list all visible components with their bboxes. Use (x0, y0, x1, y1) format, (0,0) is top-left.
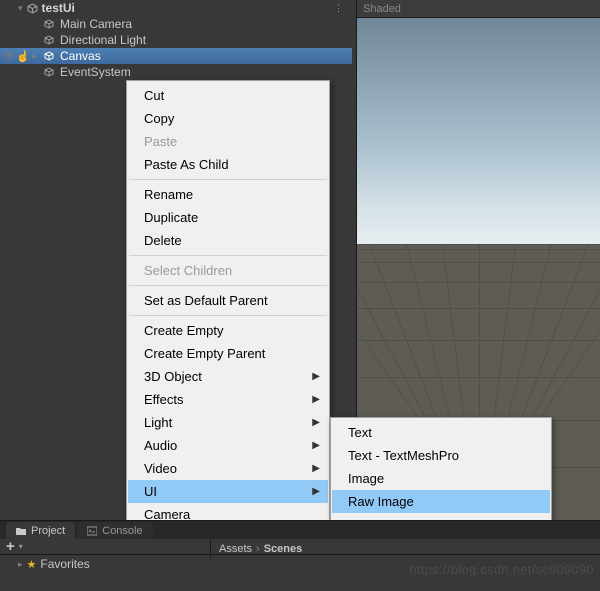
hierarchy-item-label: Canvas (60, 49, 101, 63)
create-asset-button[interactable]: + (6, 538, 15, 555)
bottom-tab-bar: Project Console (0, 521, 600, 539)
menu-item-label: Video (144, 461, 177, 476)
breadcrumb-folder[interactable]: Scenes (264, 543, 303, 555)
create-asset-dropdown-arrow[interactable]: ▾ (19, 542, 23, 551)
scene-name: testUi (42, 1, 75, 15)
gameobject-icon (44, 67, 54, 77)
menu-separator (129, 179, 327, 180)
menu-item[interactable]: Image (332, 467, 550, 490)
menu-item-label: Raw Image (348, 494, 414, 509)
menu-item[interactable]: Audio ▶ (128, 434, 328, 457)
visibility-toggle-icon[interactable]: 👁 (2, 50, 16, 63)
submenu-arrow-icon: ▶ (312, 486, 320, 497)
menu-item[interactable]: Copy (128, 107, 328, 130)
breadcrumb-root[interactable]: Assets (219, 543, 252, 555)
star-icon: ★ (27, 558, 37, 571)
tab-console-label: Console (102, 525, 142, 537)
submenu-arrow-icon: ▶ (312, 463, 320, 474)
menu-item[interactable]: UI ▶ (128, 480, 328, 503)
chevron-right-icon: › (256, 543, 260, 555)
menu-item-label: Delete (144, 233, 182, 248)
scene-toolbar: Shaded (357, 0, 600, 18)
menu-item-label: Light (144, 415, 172, 430)
console-icon (87, 526, 97, 536)
menu-separator (129, 315, 327, 316)
pickable-toggle-icon[interactable]: ☝ (16, 50, 30, 63)
menu-item-label: UI (144, 484, 157, 499)
hierarchy-item-label: Main Camera (60, 17, 132, 31)
menu-item[interactable]: Duplicate (128, 206, 328, 229)
expand-arrow-icon[interactable]: ▸ (18, 559, 23, 570)
menu-separator (129, 285, 327, 286)
scene-icon (27, 3, 38, 14)
menu-item[interactable]: Effects ▶ (128, 388, 328, 411)
favorites-label: Favorites (40, 557, 89, 571)
menu-item[interactable]: Text (332, 421, 550, 444)
watermark: https://blog.csdn.net/sc909090 (409, 563, 594, 577)
menu-item-label: Text - TextMeshPro (348, 448, 459, 463)
menu-item-label: Create Empty Parent (144, 346, 265, 361)
tab-project[interactable]: Project (6, 522, 75, 539)
gameobject-icon (44, 51, 54, 61)
tab-console[interactable]: Console (77, 522, 152, 539)
context-menu[interactable]: Cut Copy Paste Paste As Child Rename Duplicat… (126, 80, 330, 560)
menu-item[interactable]: Paste As Child (128, 153, 328, 176)
menu-item-label: Cut (144, 88, 164, 103)
menu-item-label: Text (348, 425, 372, 440)
menu-item[interactable]: Light ▶ (128, 411, 328, 434)
menu-item-label: Audio (144, 438, 177, 453)
menu-item[interactable]: Create Empty Parent (128, 342, 328, 365)
menu-item: Select Children (128, 259, 328, 282)
menu-item-label: Rename (144, 187, 193, 202)
menu-item-label: Image (348, 471, 384, 486)
collapse-arrow-icon[interactable]: ▾ (18, 3, 23, 14)
scene-menu-icon[interactable]: ⋮ (334, 3, 344, 14)
menu-item-label: Paste As Child (144, 157, 229, 172)
hierarchy-item[interactable]: EventSystem (0, 64, 352, 80)
hierarchy-item[interactable]: 👁☝ Canvas (0, 48, 352, 64)
folder-icon (16, 526, 26, 536)
submenu-arrow-icon: ▶ (312, 417, 320, 428)
menu-item[interactable]: Cut (128, 84, 328, 107)
menu-item-label: Duplicate (144, 210, 198, 225)
menu-item[interactable]: Delete (128, 229, 328, 252)
gameobject-icon (44, 19, 54, 29)
menu-item-label: Set as Default Parent (144, 293, 268, 308)
tab-project-label: Project (31, 525, 65, 537)
shading-mode-dropdown[interactable]: Shaded (363, 3, 401, 15)
gameobject-icon (44, 35, 54, 45)
submenu-arrow-icon: ▶ (312, 371, 320, 382)
scene-sky (357, 18, 600, 244)
hierarchy-item-label: Directional Light (60, 33, 146, 47)
submenu-arrow-icon: ▶ (312, 440, 320, 451)
menu-item-label: Paste (144, 134, 177, 149)
hierarchy-item-label: EventSystem (60, 65, 131, 79)
hierarchy-item[interactable]: Main Camera (0, 16, 352, 32)
menu-item[interactable]: Create Empty (128, 319, 328, 342)
menu-item[interactable]: Rename (128, 183, 328, 206)
breadcrumb[interactable]: Assets › Scenes (210, 540, 600, 558)
menu-item: Paste (128, 130, 328, 153)
menu-item-label: 3D Object (144, 369, 202, 384)
menu-item[interactable]: Video ▶ (128, 457, 328, 480)
menu-item[interactable]: Set as Default Parent (128, 289, 328, 312)
menu-item[interactable]: Text - TextMeshPro (332, 444, 550, 467)
menu-item-label: Select Children (144, 263, 232, 278)
submenu-arrow-icon: ▶ (312, 394, 320, 405)
menu-item-label: Create Empty (144, 323, 223, 338)
menu-separator (129, 255, 327, 256)
bottom-panel: Project Console + ▾ ▸ ★ Favorites Assets… (0, 520, 600, 591)
menu-item[interactable]: 3D Object ▶ (128, 365, 328, 388)
menu-item[interactable]: Raw Image (332, 490, 550, 513)
menu-item-label: Effects (144, 392, 184, 407)
hierarchy-item[interactable]: Directional Light (0, 32, 352, 48)
hierarchy-scene-row[interactable]: ▾ testUi ⋮ (0, 0, 352, 16)
menu-item-label: Copy (144, 111, 174, 126)
